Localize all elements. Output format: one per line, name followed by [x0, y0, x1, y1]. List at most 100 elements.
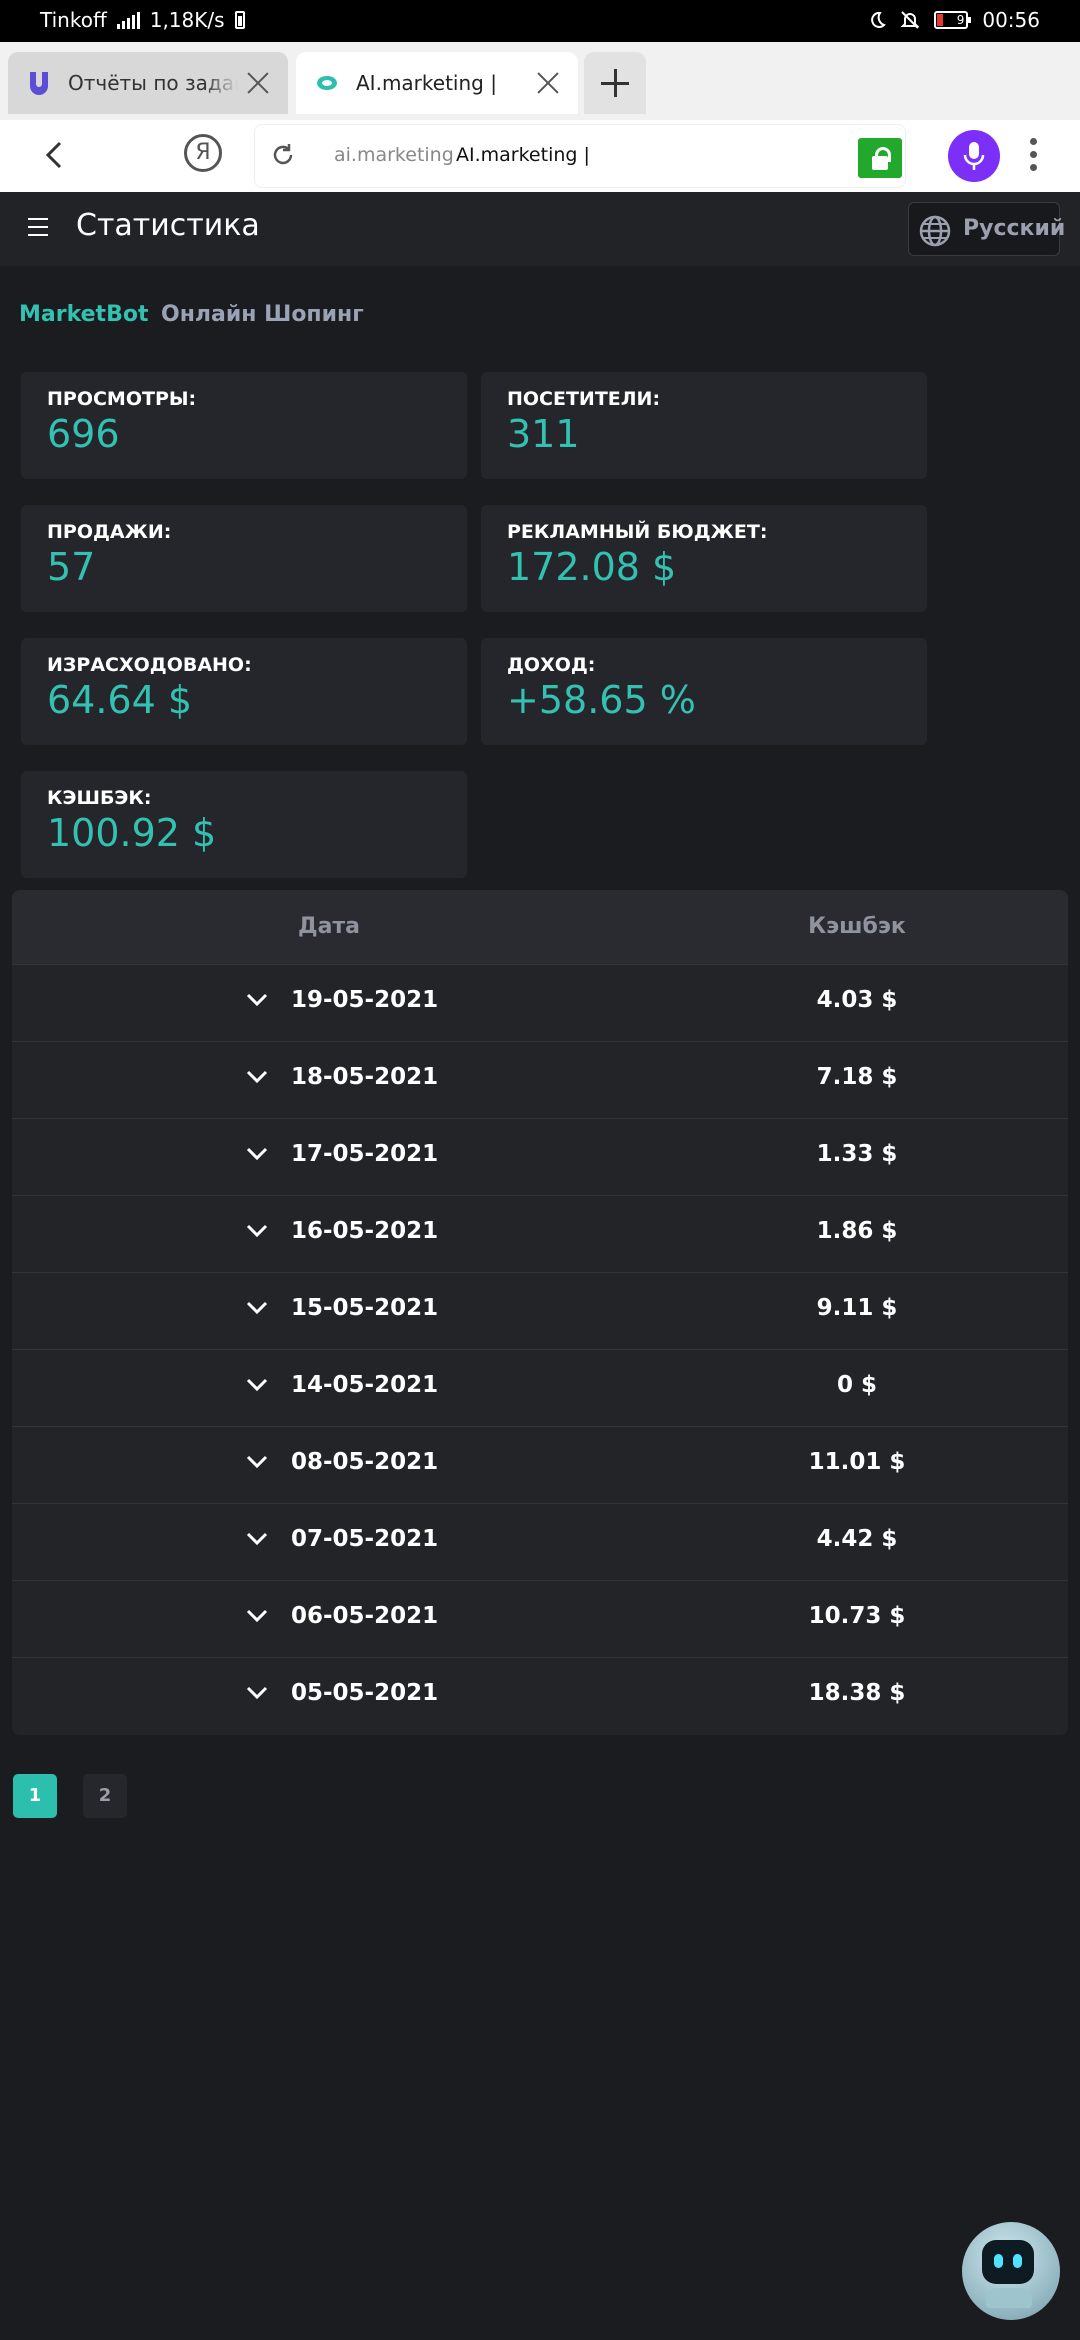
page-title: Статистика — [76, 208, 260, 243]
browser-menu-icon[interactable] — [1030, 138, 1038, 174]
table-row[interactable]: 06-05-2021 10.73 $ — [12, 1580, 1068, 1657]
table-header: Дата Кэшбэк — [12, 890, 1068, 964]
address-bar-arrow — [906, 124, 930, 188]
bot-face — [982, 2240, 1034, 2284]
stat-label: ДОХОД: — [507, 654, 596, 676]
tab-online-shopping[interactable]: Онлайн Шопинг — [161, 302, 364, 327]
chevron-down-icon[interactable] — [244, 1295, 270, 1321]
row-date: 17-05-2021 — [291, 1141, 439, 1167]
browser-toolbar: Я ai.marketing AI.marketing | — [0, 120, 1080, 192]
stat-card-cashback: КЭШБЭК: 100.92 $ — [21, 771, 467, 878]
row-cashback: 9.11 $ — [816, 1295, 898, 1321]
carrier-name: Tinkoff — [40, 8, 107, 32]
row-date: 05-05-2021 — [291, 1680, 439, 1706]
row-cashback: 0 $ — [836, 1372, 877, 1398]
table-row[interactable]: 14-05-2021 0 $ — [12, 1349, 1068, 1426]
stat-value: +58.65 % — [507, 678, 696, 722]
table-row[interactable]: 18-05-2021 7.18 $ — [12, 1041, 1068, 1118]
reload-icon[interactable] — [270, 142, 296, 168]
row-date: 07-05-2021 — [291, 1526, 439, 1552]
microphone-icon — [963, 142, 985, 170]
address-bar[interactable]: ai.marketing AI.marketing | — [254, 124, 906, 188]
battery-level: 9 — [956, 13, 965, 27]
row-date: 08-05-2021 — [291, 1449, 439, 1475]
table-row[interactable]: 05-05-2021 18.38 $ — [12, 1657, 1068, 1734]
address-page-title: AI.marketing | — [456, 144, 590, 166]
chevron-down-icon[interactable] — [244, 1218, 270, 1244]
table-row[interactable]: 15-05-2021 9.11 $ — [12, 1272, 1068, 1349]
column-header-date[interactable]: Дата — [12, 914, 646, 939]
stat-label: ИЗРАСХОДОВАНО: — [47, 654, 252, 676]
stat-label: ПОСЕТИТЕЛИ: — [507, 388, 661, 410]
stat-value: 696 — [47, 412, 120, 456]
stat-card-income: ДОХОД: +58.65 % — [481, 638, 927, 745]
moon-icon — [871, 11, 887, 28]
row-date: 06-05-2021 — [291, 1603, 439, 1629]
page-button-1[interactable]: 1 — [13, 1774, 57, 1818]
app-header: Статистика Русский — [0, 192, 1080, 266]
row-date: 18-05-2021 — [291, 1064, 439, 1090]
row-date: 15-05-2021 — [291, 1295, 439, 1321]
clock: 00:56 — [982, 8, 1040, 32]
row-cashback: 1.33 $ — [816, 1141, 898, 1167]
stat-card-ad-budget: РЕКЛАМНЫЙ БЮДЖЕТ: 172.08 $ — [481, 505, 927, 612]
table-row[interactable]: 07-05-2021 4.42 $ — [12, 1503, 1068, 1580]
globe-icon — [919, 215, 951, 247]
table-row[interactable]: 17-05-2021 1.33 $ — [12, 1118, 1068, 1195]
browser-tab-ai-marketing[interactable]: AI.marketing | — [296, 52, 578, 114]
column-header-cashback[interactable]: Кэшбэк — [646, 914, 1068, 939]
chevron-down-icon[interactable] — [244, 1526, 270, 1552]
yandex-home-button[interactable]: Я — [184, 134, 222, 172]
stat-value: 64.64 $ — [47, 678, 193, 722]
lock-icon[interactable] — [858, 138, 902, 178]
row-date: 14-05-2021 — [291, 1372, 439, 1398]
chevron-down-icon[interactable] — [244, 1141, 270, 1167]
back-icon[interactable] — [40, 140, 70, 170]
tab-marketbot[interactable]: MarketBot — [19, 302, 148, 327]
table-row[interactable]: 19-05-2021 4.03 $ — [12, 964, 1068, 1041]
ai-marketing-favicon-icon — [317, 76, 337, 90]
page-button-2[interactable]: 2 — [83, 1774, 127, 1818]
signal-icon — [116, 11, 140, 29]
chevron-down-icon[interactable] — [244, 1680, 270, 1706]
close-icon[interactable] — [536, 71, 560, 95]
stat-value: 57 — [47, 545, 96, 589]
microphone-button[interactable] — [948, 130, 1000, 182]
stat-label: ПРОДАЖИ: — [47, 521, 172, 543]
bot-body — [986, 2288, 1032, 2308]
table-row[interactable]: 16-05-2021 1.86 $ — [12, 1195, 1068, 1272]
browser-tab-reports[interactable]: Отчёты по заданиям — [8, 52, 288, 114]
chevron-down-icon[interactable] — [244, 1603, 270, 1629]
row-cashback: 18.38 $ — [808, 1680, 906, 1706]
chat-bot-icon[interactable] — [962, 2222, 1060, 2320]
stat-label: ПРОСМОТРЫ: — [47, 388, 197, 410]
stat-label: РЕКЛАМНЫЙ БЮДЖЕТ: — [507, 521, 768, 543]
stat-card-visitors: ПОСЕТИТЕЛИ: 311 — [481, 372, 927, 479]
row-cashback: 7.18 $ — [816, 1064, 898, 1090]
stat-card-sales: ПРОДАЖИ: 57 — [21, 505, 467, 612]
chevron-down-icon[interactable] — [244, 1372, 270, 1398]
row-cashback: 4.42 $ — [816, 1526, 898, 1552]
mute-icon — [900, 11, 920, 29]
status-bar: Tinkoff 1,18K/s 9 00:56 — [0, 0, 1080, 42]
chevron-down-icon[interactable] — [244, 987, 270, 1013]
language-label: Русский — [963, 216, 1066, 241]
row-cashback: 10.73 $ — [808, 1603, 906, 1629]
chevron-down-icon[interactable] — [244, 1064, 270, 1090]
browser-tab-strip: Отчёты по заданиям AI.marketing | — [0, 42, 1080, 120]
chevron-down-icon[interactable] — [244, 1449, 270, 1475]
tab-label: Отчёты по заданиям — [68, 71, 238, 95]
stat-card-views: ПРОСМОТРЫ: 696 — [21, 372, 467, 479]
menu-icon[interactable] — [28, 218, 48, 242]
plus-icon[interactable] — [584, 52, 646, 114]
battery-icon: 9 — [934, 11, 972, 29]
address-domain: ai.marketing — [334, 144, 454, 166]
close-icon[interactable] — [246, 71, 270, 95]
network-speed: 1,18K/s — [149, 8, 225, 32]
stat-value: 100.92 $ — [47, 811, 217, 855]
language-selector[interactable]: Русский — [908, 202, 1065, 256]
row-date: 16-05-2021 — [291, 1218, 439, 1244]
row-cashback: 1.86 $ — [816, 1218, 898, 1244]
stat-label: КЭШБЭК: — [47, 787, 152, 809]
table-row[interactable]: 08-05-2021 11.01 $ — [12, 1426, 1068, 1503]
